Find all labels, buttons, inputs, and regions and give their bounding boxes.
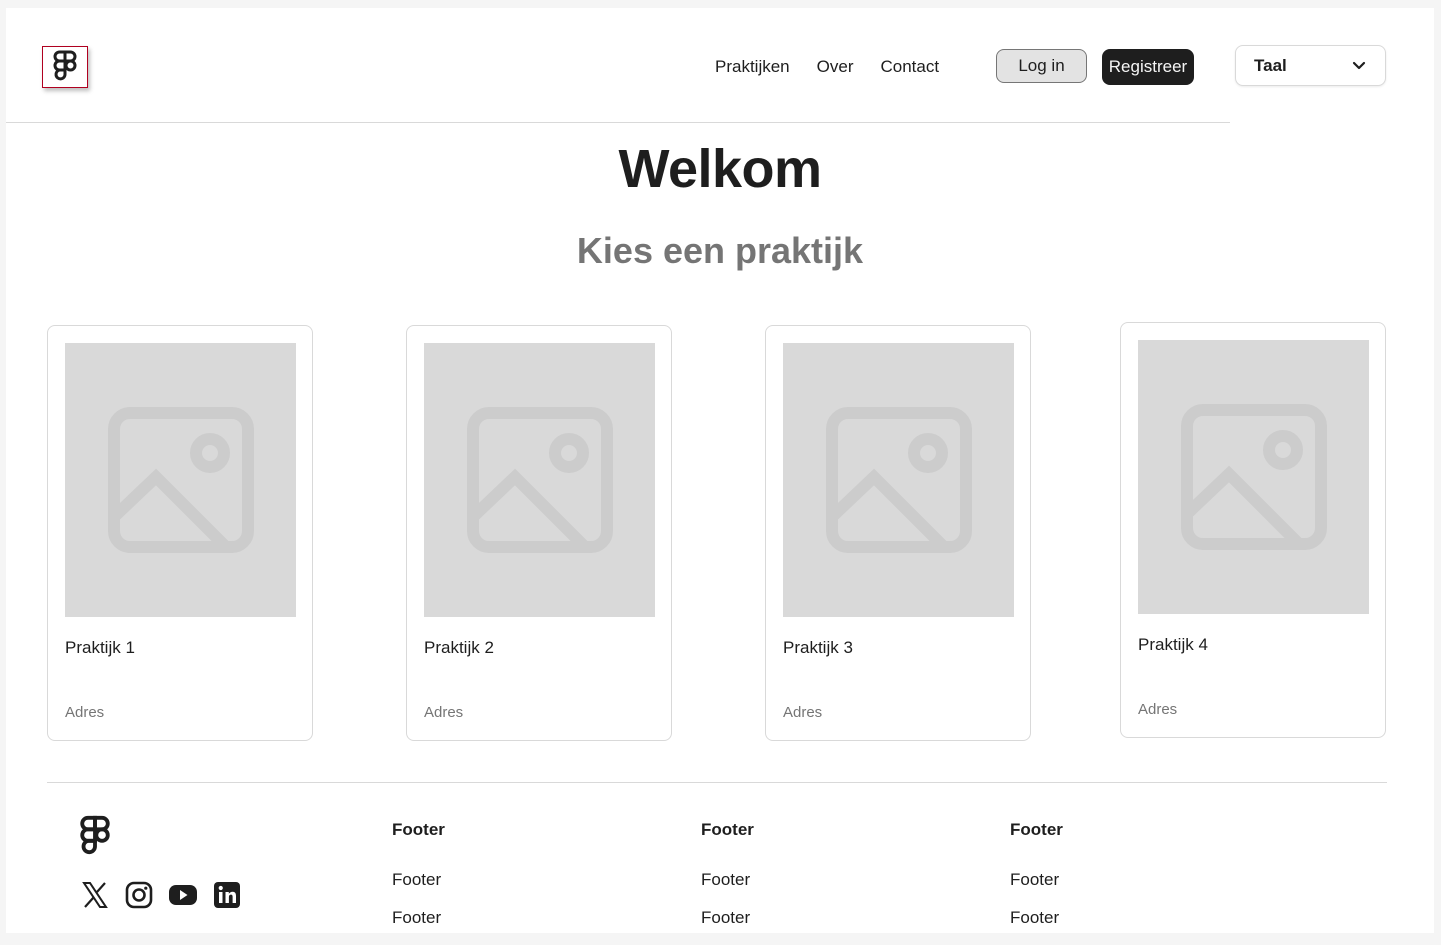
footer-link[interactable]: Footer xyxy=(392,907,445,945)
card-title: Praktijk 2 xyxy=(424,638,494,657)
footer-column-heading: Footer xyxy=(392,820,445,839)
page: Praktijken Over Contact Log in Registree… xyxy=(6,8,1434,933)
page-subtitle: Kies een praktijk xyxy=(576,230,864,271)
chevron-down-icon xyxy=(1352,61,1366,69)
footer-column-heading: Footer xyxy=(701,820,754,839)
footer-divider xyxy=(47,782,1387,783)
card-title: Praktijk 3 xyxy=(783,638,853,657)
footer-column-2: Footer Footer Footer xyxy=(701,820,754,945)
image-icon xyxy=(1180,404,1327,550)
card-image-placeholder xyxy=(783,343,1014,617)
card-title: Praktijk 1 xyxy=(65,638,135,657)
x-icon[interactable] xyxy=(80,880,110,910)
card-address: Adres xyxy=(65,704,105,721)
footer-logo[interactable] xyxy=(78,814,112,865)
practice-card-2[interactable]: Praktijk 2 Adres xyxy=(406,325,672,741)
nav-link-contact[interactable]: Contact xyxy=(880,55,939,79)
language-select[interactable]: Taal xyxy=(1235,45,1386,86)
register-button[interactable]: Registreer xyxy=(1102,49,1194,85)
header-divider xyxy=(6,122,1230,123)
image-icon xyxy=(466,407,613,553)
nav-link-praktijken[interactable]: Praktijken xyxy=(715,55,790,79)
figma-logo[interactable] xyxy=(42,46,88,88)
card-image-placeholder xyxy=(1138,340,1369,614)
language-select-value: Taal xyxy=(1254,55,1287,75)
footer-link[interactable]: Footer xyxy=(701,869,754,907)
footer-link[interactable]: Footer xyxy=(701,907,754,945)
card-title: Praktijk 4 xyxy=(1138,635,1208,654)
card-address: Adres xyxy=(424,704,464,721)
footer-column-heading: Footer xyxy=(1010,820,1063,839)
linkedin-icon[interactable] xyxy=(212,880,242,910)
figma-icon xyxy=(80,815,110,855)
practice-card-4[interactable]: Praktijk 4 Adres xyxy=(1120,322,1386,738)
youtube-icon[interactable] xyxy=(168,880,198,910)
footer-column-1: Footer Footer Footer xyxy=(392,820,445,945)
footer-link[interactable]: Footer xyxy=(392,869,445,907)
footer-column-3: Footer Footer Footer xyxy=(1010,820,1063,945)
nav-link-over[interactable]: Over xyxy=(817,55,854,79)
card-address: Adres xyxy=(1138,701,1178,718)
figma-icon xyxy=(53,50,77,81)
card-image-placeholder xyxy=(65,343,296,617)
footer-link[interactable]: Footer xyxy=(1010,869,1063,907)
login-button[interactable]: Log in xyxy=(996,49,1087,83)
image-icon xyxy=(825,407,972,553)
main-nav: Praktijken Over Contact xyxy=(715,55,939,79)
footer-link[interactable]: Footer xyxy=(1010,907,1063,945)
card-image-placeholder xyxy=(424,343,655,617)
practice-card-3[interactable]: Praktijk 3 Adres xyxy=(765,325,1031,741)
practice-card-1[interactable]: Praktijk 1 Adres xyxy=(47,325,313,741)
page-title: Welkom xyxy=(618,139,822,199)
card-address: Adres xyxy=(783,704,823,721)
social-links xyxy=(80,880,242,910)
instagram-icon[interactable] xyxy=(124,880,154,910)
image-icon xyxy=(107,407,254,553)
